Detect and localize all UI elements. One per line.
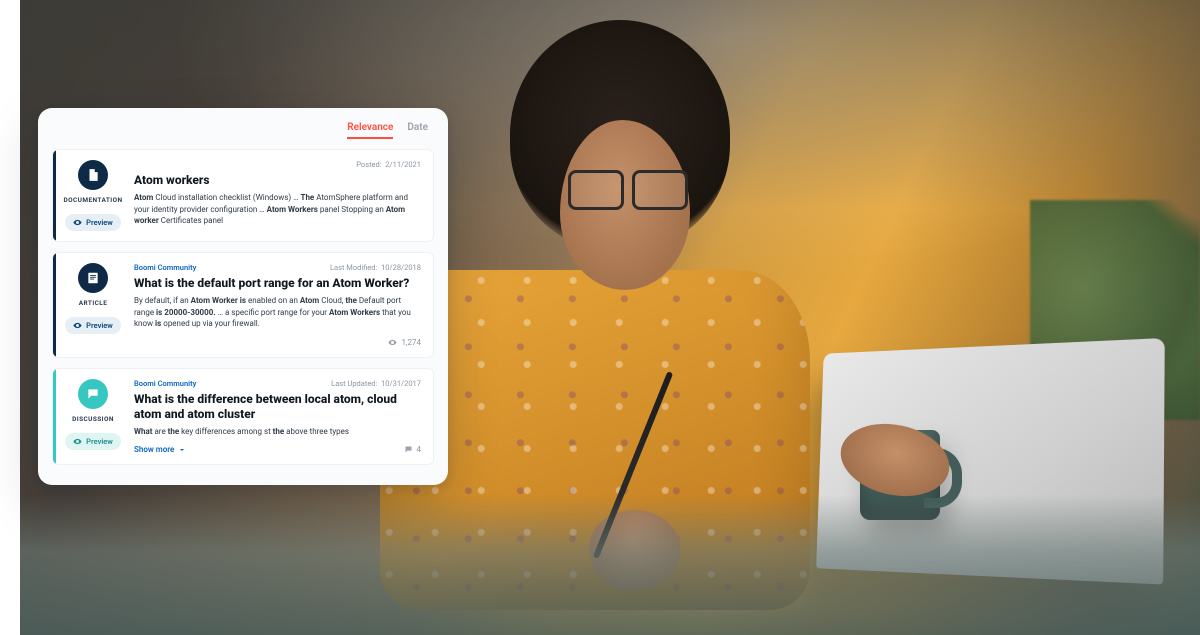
preview-label: Preview xyxy=(86,437,113,446)
eye-icon xyxy=(73,321,82,330)
result-footer: 1,274 xyxy=(134,338,421,347)
result-meta: Boomi Community Last Modified: 10/28/201… xyxy=(134,263,421,272)
result-type-label: ARTICLE xyxy=(79,299,108,307)
preview-button[interactable]: Preview xyxy=(65,214,121,231)
date-value: 10/31/2017 xyxy=(381,379,421,388)
discussion-icon xyxy=(78,379,108,409)
preview-label: Preview xyxy=(86,218,113,227)
result-snippet: Atom Cloud installation checklist (Windo… xyxy=(134,192,421,227)
result-meta: Posted: 2/11/2021 xyxy=(134,160,421,169)
result-type-label: DISCUSSION xyxy=(72,415,114,423)
comment-icon xyxy=(404,445,413,454)
eye-icon xyxy=(388,338,397,347)
result-item[interactable]: ARTICLE Preview Boomi Community Last Mod… xyxy=(52,252,434,358)
sort-tabs: Relevance Date xyxy=(52,122,434,149)
date-label: Last Updated: xyxy=(331,379,377,388)
preview-button[interactable]: Preview xyxy=(65,433,121,450)
result-title[interactable]: What is the difference between local ato… xyxy=(134,392,421,422)
views-stat: 1,274 xyxy=(388,338,421,347)
show-more-label: Show more xyxy=(134,445,174,454)
result-item[interactable]: DISCUSSION Preview Boomi Community Last … xyxy=(52,368,434,466)
result-side: DOCUMENTATION Preview xyxy=(56,150,130,241)
eye-icon xyxy=(73,218,82,227)
result-snippet: By default, if an Atom Worker is enabled… xyxy=(134,295,421,330)
result-item[interactable]: DOCUMENTATION Preview Posted: 2/11/2021 … xyxy=(52,149,434,242)
person-hand-left xyxy=(585,504,685,596)
result-side: ARTICLE Preview xyxy=(56,253,130,357)
replies-stat: 4 xyxy=(404,445,422,454)
result-source[interactable]: Boomi Community xyxy=(134,263,196,272)
article-icon xyxy=(78,263,108,293)
result-body: Posted: 2/11/2021 Atom workers Atom Clou… xyxy=(130,150,433,241)
date-value: 2/11/2021 xyxy=(385,160,421,169)
eye-icon xyxy=(73,437,82,446)
result-title[interactable]: What is the default port range for an At… xyxy=(134,276,421,291)
sort-tab-date[interactable]: Date xyxy=(407,122,428,139)
replies-count: 4 xyxy=(417,445,422,454)
preview-label: Preview xyxy=(86,321,113,330)
result-meta: Boomi Community Last Updated: 10/31/2017 xyxy=(134,379,421,388)
result-body: Boomi Community Last Updated: 10/31/2017… xyxy=(130,369,433,465)
sort-tab-relevance[interactable]: Relevance xyxy=(347,122,393,139)
preview-button[interactable]: Preview xyxy=(65,317,121,334)
result-side: DISCUSSION Preview xyxy=(56,369,130,465)
date-label: Last Modified: xyxy=(330,263,377,272)
result-footer: Show more 4 xyxy=(134,445,421,454)
date-label: Posted: xyxy=(356,160,381,169)
views-count: 1,274 xyxy=(401,338,421,347)
result-source[interactable]: Boomi Community xyxy=(134,379,196,388)
result-body: Boomi Community Last Modified: 10/28/201… xyxy=(130,253,433,357)
glasses-decoration xyxy=(568,170,688,204)
chevron-down-icon xyxy=(178,446,186,454)
result-title[interactable]: Atom workers xyxy=(134,173,421,188)
date-value: 10/28/2018 xyxy=(381,263,421,272)
search-results-card: Relevance Date DOCUMENTATION Preview Pos… xyxy=(38,108,448,485)
show-more-button[interactable]: Show more xyxy=(134,445,186,454)
result-type-label: DOCUMENTATION xyxy=(64,196,123,204)
documentation-icon xyxy=(78,160,108,190)
result-snippet: What are the key differences among st th… xyxy=(134,426,421,438)
